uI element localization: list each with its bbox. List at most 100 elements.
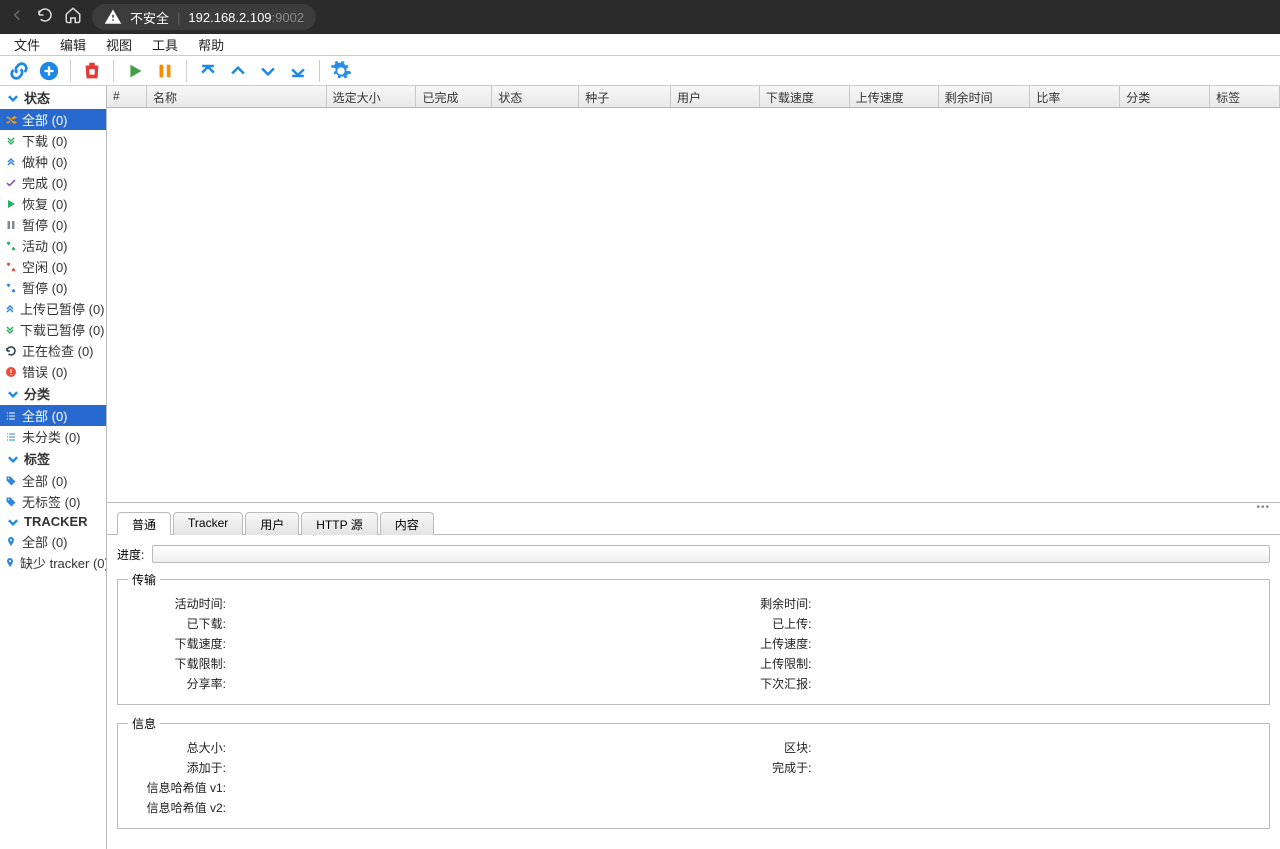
column-header-10[interactable]: 比率 [1030,86,1120,107]
transfer-label: 下载限制: [128,654,228,674]
menu-tools[interactable]: 工具 [142,33,188,56]
sidebar-tracker-header[interactable]: TRACKER [0,512,106,531]
settings-button[interactable] [328,58,354,84]
dl-icon [4,324,16,336]
menu-file[interactable]: 文件 [4,33,50,56]
browser-bar: 不安全 | 192.168.2.109:9002 [0,0,1280,34]
move-up-button[interactable] [225,58,251,84]
sidebar-status-item-1[interactable]: 下载 (0) [0,130,106,151]
column-header-0[interactable]: # [107,86,147,107]
sidebar-status-label: 状态 [24,88,50,107]
add-link-button[interactable] [6,58,32,84]
sidebar-status-item-8[interactable]: 暂停 (0) [0,277,106,298]
address-bar[interactable]: 不安全 | 192.168.2.109:9002 [92,4,316,30]
tab-general[interactable]: 普通 [117,512,171,535]
column-header-7[interactable]: 下载速度 [760,86,850,107]
back-icon[interactable] [8,6,26,29]
sidebar-item-label: 暂停 (0) [22,215,68,234]
menu-edit[interactable]: 编辑 [50,33,96,56]
info-legend: 信息 [128,715,160,732]
transfer-value [814,634,1260,654]
sidebar-status-item-12[interactable]: 错误 (0) [0,361,106,382]
column-header-2[interactable]: 选定大小 [327,86,417,107]
column-header-11[interactable]: 分类 [1120,86,1210,107]
home-icon[interactable] [64,6,82,29]
sidebar-item-label: 完成 (0) [22,173,68,192]
sidebar-status-item-3[interactable]: 完成 (0) [0,172,106,193]
table-body[interactable] [107,108,1280,503]
sidebar-status-item-2[interactable]: 做种 (0) [0,151,106,172]
tab-content[interactable]: 内容 [380,512,434,535]
column-header-4[interactable]: 状态 [492,86,579,107]
dl-icon [4,135,18,147]
move-top-button[interactable] [195,58,221,84]
tab-http-sources[interactable]: HTTP 源 [301,512,377,535]
sidebar-status-item-7[interactable]: 空闲 (0) [0,256,106,277]
sidebar-item-label: 全部 (0) [22,532,68,551]
sidebar-status-item-5[interactable]: 暂停 (0) [0,214,106,235]
transfer-value [814,654,1260,674]
sidebar-category-item-1[interactable]: 未分类 (0) [0,426,106,447]
sidebar-category-header[interactable]: 分类 [0,382,106,405]
tab-tracker[interactable]: Tracker [173,512,243,535]
info-label: 信息哈希值 v1: [128,778,228,798]
pin-icon [4,536,18,548]
sidebar-category-item-0[interactable]: 全部 (0) [0,405,106,426]
content-area: #名称选定大小已完成状态种子用户下载速度上传速度剩余时间比率分类标签 普通 Tr… [107,86,1280,849]
column-header-12[interactable]: 标签 [1210,86,1280,107]
sidebar-tags-header[interactable]: 标签 [0,447,106,470]
sidebar-item-label: 下载已暂停 (0) [20,320,105,339]
column-header-8[interactable]: 上传速度 [850,86,939,107]
tab-peers[interactable]: 用户 [245,512,299,535]
tag-icon [4,475,18,487]
column-header-9[interactable]: 剩余时间 [939,86,1031,107]
sidebar-status-item-10[interactable]: 下载已暂停 (0) [0,319,106,340]
transfer-label: 剩余时间: [714,594,814,614]
transfer-label: 下载速度: [128,634,228,654]
info-label: 总大小: [128,738,228,758]
play-icon [4,198,18,210]
up-icon [4,156,18,168]
column-header-3[interactable]: 已完成 [416,86,492,107]
move-bottom-button[interactable] [285,58,311,84]
sidebar-status-item-4[interactable]: 恢复 (0) [0,193,106,214]
transfer-value [228,674,674,694]
move-down-button[interactable] [255,58,281,84]
sidebar-item-label: 做种 (0) [22,152,68,171]
warning-icon [104,8,122,26]
address-host: 192.168.2.109 [188,10,271,25]
column-header-1[interactable]: 名称 [147,86,327,107]
sidebar-status-item-6[interactable]: 活动 (0) [0,235,106,256]
sidebar-tracker-item-1[interactable]: 缺少 tracker (0) [0,552,106,573]
sidebar-item-label: 暂停 (0) [22,278,68,297]
sidebar-tracker-item-0[interactable]: 全部 (0) [0,531,106,552]
sidebar-tags-item-1[interactable]: 无标签 (0) [0,491,106,512]
info-label: 完成于: [714,758,814,778]
sidebar-status-header[interactable]: 状态 [0,86,106,109]
updown-icon [4,282,18,294]
detail-tabs: 普通 Tracker 用户 HTTP 源 内容 [107,511,1280,535]
updown-icon [4,240,18,252]
panel-resize-handle[interactable] [107,503,1280,511]
column-header-6[interactable]: 用户 [671,86,760,107]
transfer-value [228,634,674,654]
menu-view[interactable]: 视图 [96,33,142,56]
pause-button[interactable] [152,58,178,84]
progress-bar [152,545,1270,563]
add-torrent-button[interactable] [36,58,62,84]
column-header-5[interactable]: 种子 [579,86,671,107]
list-icon [4,431,18,443]
sidebar-status-item-9[interactable]: 上传已暂停 (0) [0,298,106,319]
chevron-down-icon [6,452,20,466]
delete-button[interactable] [79,58,105,84]
sidebar-tags-item-0[interactable]: 全部 (0) [0,470,106,491]
chevron-down-icon [6,91,20,105]
sidebar-status-item-0[interactable]: 全部 (0) [0,109,106,130]
sidebar-status-item-11[interactable]: 正在检查 (0) [0,340,106,361]
resume-button[interactable] [122,58,148,84]
info-value [228,778,1259,798]
transfer-label: 分享率: [128,674,228,694]
sidebar-item-label: 恢复 (0) [22,194,68,213]
reload-icon[interactable] [36,6,54,29]
menu-help[interactable]: 帮助 [188,33,234,56]
